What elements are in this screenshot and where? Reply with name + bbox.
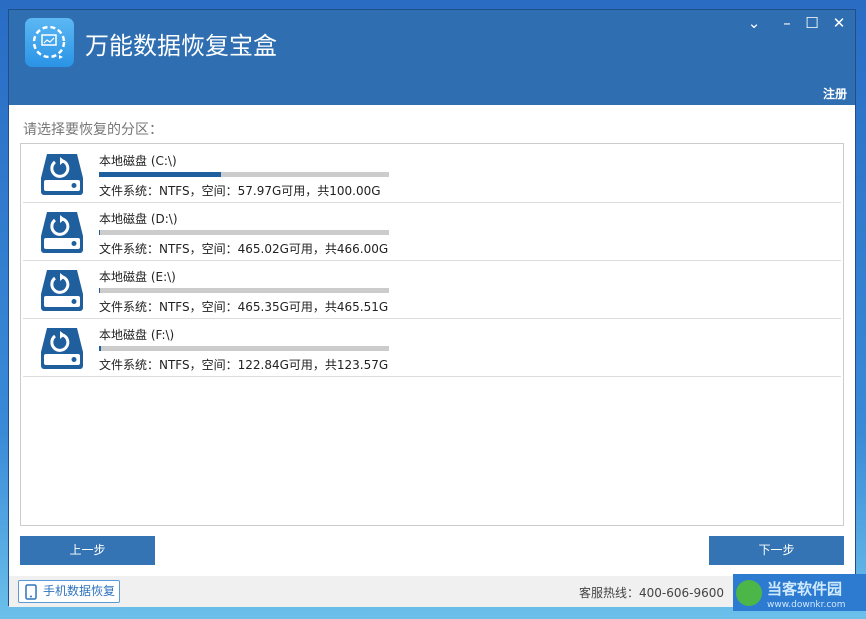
partition-name: 本地磁盘 (E:\) (99, 270, 176, 284)
hard-disk-icon (41, 270, 83, 311)
app-title: 万能数据恢复宝盒 (85, 32, 277, 60)
usage-fill (99, 346, 101, 351)
svg-text:www.downkr.com: www.downkr.com (767, 600, 846, 610)
partition-row[interactable]: 本地磁盘 (D:\) 文件系统：NTFS，空间：465.02G可用，共466.0… (23, 204, 841, 261)
menu-chevron-icon[interactable]: ⌄ (744, 14, 764, 32)
partition-info: 文件系统：NTFS，空间：465.35G可用，共465.51G (99, 300, 389, 314)
watermark-logo: 当客软件园 www.downkr.com (733, 574, 866, 611)
mobile-recovery-label: 手机数据恢复 (43, 584, 116, 598)
app-window: 万能数据恢复宝盒 ⌄ – ☐ ✕ 注册 请选择要恢复的分区： 本地磁盘 (C:\… (8, 9, 856, 607)
usage-fill (99, 230, 100, 235)
usage-bar (99, 230, 389, 235)
partition-list: 本地磁盘 (C:\) 文件系统：NTFS，空间：57.97G可用，共100.00… (20, 143, 844, 526)
partition-row[interactable]: 本地磁盘 (C:\) 文件系统：NTFS，空间：57.97G可用，共100.00… (23, 146, 841, 203)
usage-bar (99, 288, 389, 293)
partition-row[interactable]: 本地磁盘 (F:\) 文件系统：NTFS，空间：122.84G可用，共123.5… (23, 320, 841, 377)
title-bar: 万能数据恢复宝盒 ⌄ – ☐ ✕ 注册 (9, 10, 855, 105)
hotline-text: 客服热线：400-606-9600 (579, 586, 725, 600)
minimize-icon[interactable]: – (777, 14, 797, 32)
partition-info: 文件系统：NTFS，空间：122.84G可用，共123.57G (99, 358, 389, 372)
next-button[interactable]: 下一步 (709, 536, 844, 565)
partition-info: 文件系统：NTFS，空间：57.97G可用，共100.00G (99, 184, 381, 198)
partition-row[interactable]: 本地磁盘 (E:\) 文件系统：NTFS，空间：465.35G可用，共465.5… (23, 262, 841, 319)
partition-info: 文件系统：NTFS，空间：465.02G可用，共466.00G (99, 242, 389, 256)
app-logo-icon (25, 18, 74, 67)
maximize-icon[interactable]: ☐ (802, 14, 822, 32)
usage-bar (99, 346, 389, 351)
usage-bar (99, 172, 389, 177)
partition-name: 本地磁盘 (D:\) (99, 212, 178, 226)
prompt-label: 请选择要恢复的分区： (23, 122, 163, 138)
hard-disk-icon (41, 212, 83, 253)
svg-text:当客软件园: 当客软件园 (767, 580, 842, 598)
partition-name: 本地磁盘 (F:\) (99, 328, 175, 342)
prev-button[interactable]: 上一步 (20, 536, 155, 565)
usage-fill (99, 172, 221, 177)
footer: 手机数据恢复 客服热线：400-606-9600 (9, 576, 855, 607)
partition-name: 本地磁盘 (C:\) (99, 154, 177, 168)
register-link[interactable]: 注册 (823, 85, 847, 102)
hard-disk-icon (41, 328, 83, 369)
phone-icon (25, 584, 37, 600)
mobile-recovery-button[interactable]: 手机数据恢复 (18, 580, 120, 603)
hard-disk-icon (41, 154, 83, 195)
close-icon[interactable]: ✕ (829, 14, 849, 32)
